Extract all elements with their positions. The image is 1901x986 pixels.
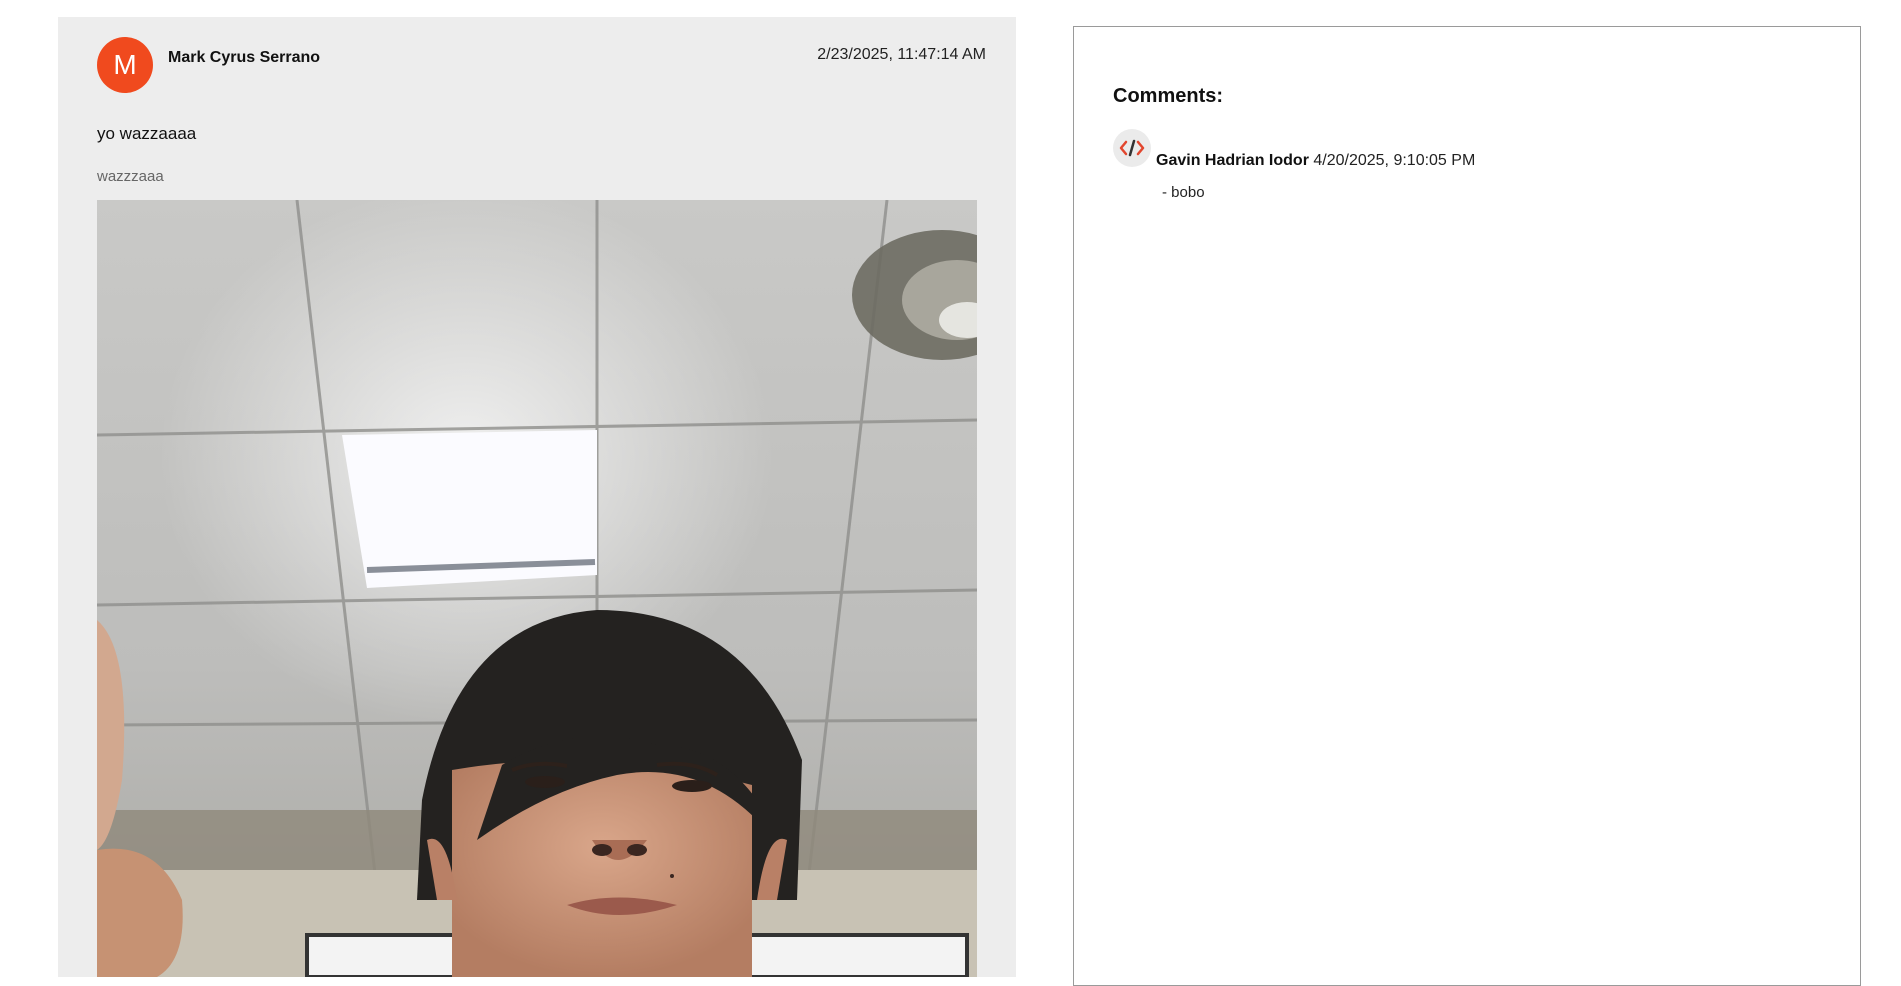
comments-panel: Comments: Gavin Hadrian Iodor 4/20/2025,… — [1073, 26, 1861, 986]
avatar[interactable]: M — [97, 37, 153, 93]
comment-author[interactable]: Gavin Hadrian Iodor — [1156, 152, 1309, 169]
comment-timestamp: 4/20/2025, 9:10:05 PM — [1313, 152, 1476, 169]
comment-meta: Gavin Hadrian Iodor 4/20/2025, 9:10:05 P… — [1156, 152, 1475, 170]
post-image[interactable] — [97, 200, 977, 977]
comments-heading: Comments: — [1113, 85, 1224, 107]
post-title: yo wazzaaaa — [97, 124, 197, 143]
post-body: wazzzaaa — [97, 168, 164, 185]
code-brackets-icon[interactable] — [1113, 129, 1151, 167]
comment-text: - bobo — [1162, 184, 1205, 201]
post-header: M Mark Cyrus Serrano 2/23/2025, 11:47:14… — [97, 37, 986, 93]
post-card: M Mark Cyrus Serrano 2/23/2025, 11:47:14… — [58, 17, 1016, 977]
avatar-letter: M — [113, 49, 137, 80]
post-timestamp: 2/23/2025, 11:47:14 AM — [817, 46, 986, 63]
post-author-name[interactable]: Mark Cyrus Serrano — [168, 49, 320, 67]
